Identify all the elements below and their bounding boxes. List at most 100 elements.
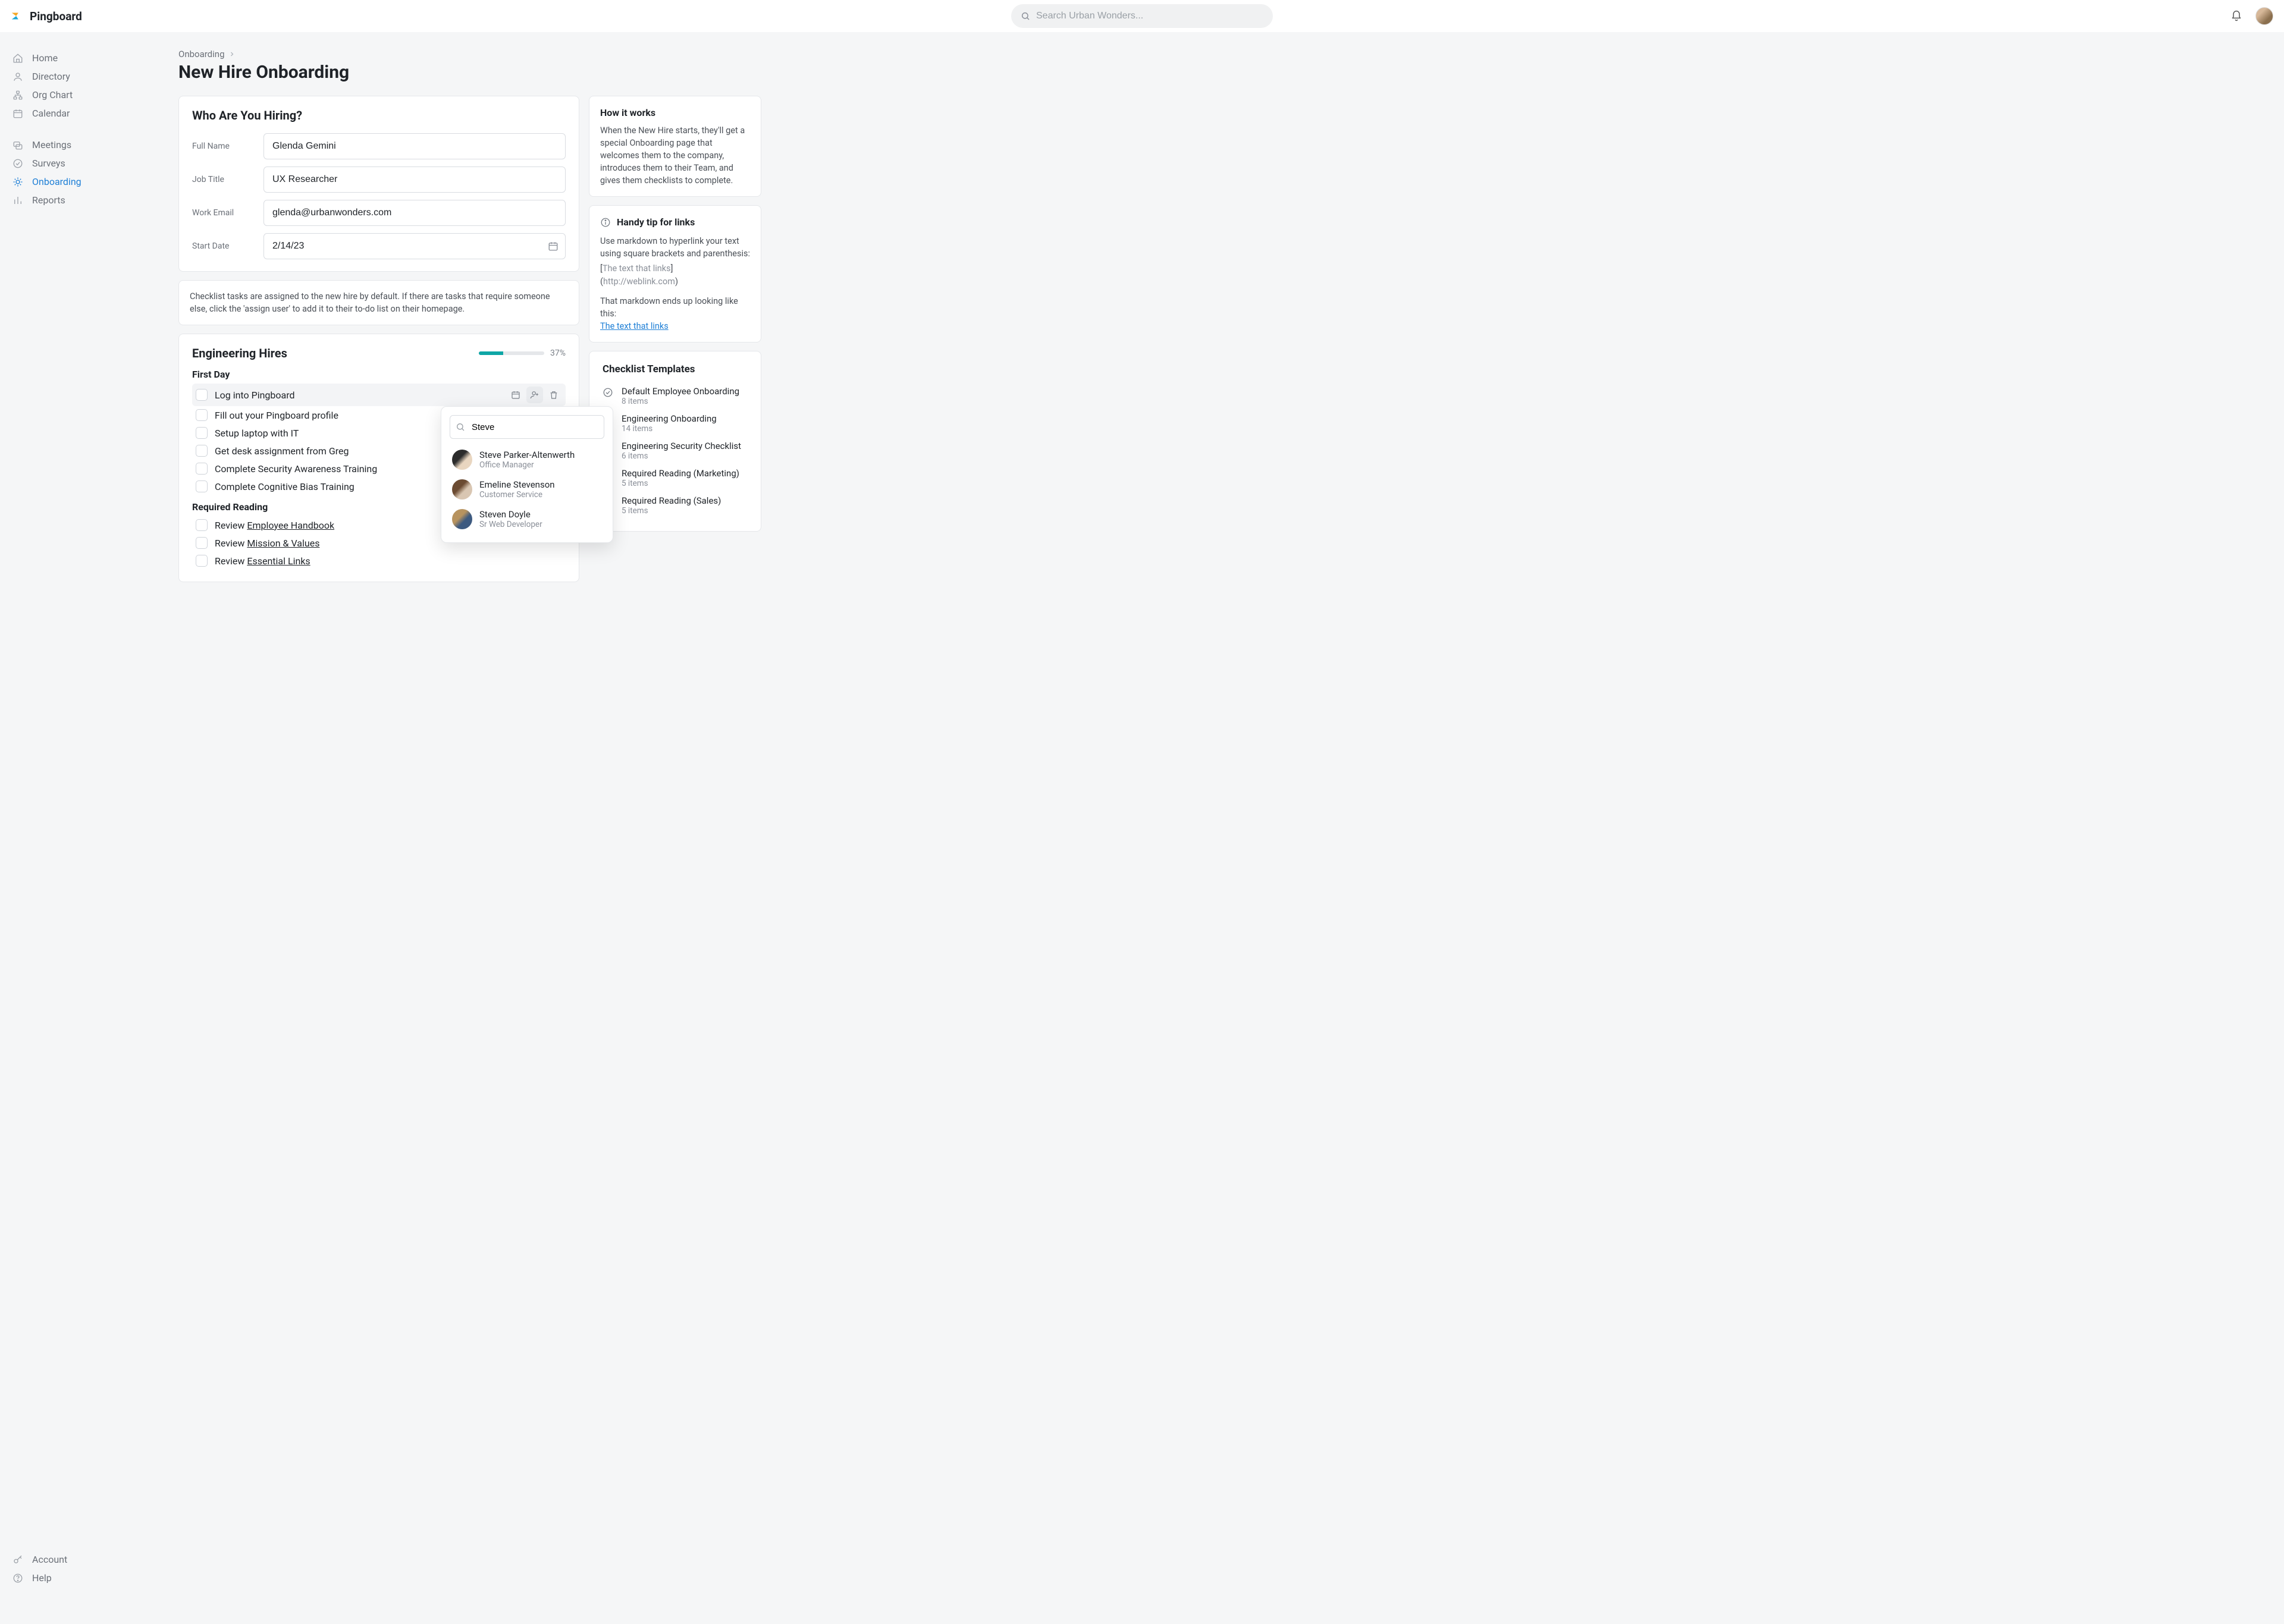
sidebar-item-label: Meetings (32, 139, 71, 150)
page-title: New Hire Onboarding (178, 62, 761, 83)
task-row[interactable]: Log into PingboardSteve Parker-Altenwert… (192, 384, 566, 406)
sidebar-item-surveys[interactable]: Surveys (5, 154, 155, 172)
task-delete-button[interactable] (545, 387, 562, 403)
breadcrumb: Onboarding (178, 49, 761, 59)
assign-note-card: Checklist tasks are assigned to the new … (178, 280, 579, 325)
user-avatar[interactable] (2255, 7, 2273, 25)
task-assign-user-button[interactable] (526, 387, 543, 403)
main-content: Onboarding New Hire Onboarding Who Are Y… (155, 32, 785, 1624)
search-icon (1021, 11, 1030, 21)
task-label: Review Employee Handbook (215, 520, 334, 531)
sidebar-item-label: Calendar (32, 108, 70, 119)
notifications-button[interactable] (2228, 8, 2245, 24)
task-label: Get desk assignment from Greg (215, 445, 349, 457)
calendar-icon (511, 390, 520, 400)
org-chart-icon (12, 90, 24, 100)
trash-icon (549, 390, 559, 400)
help-icon (12, 1573, 24, 1584)
progress-fill (479, 351, 503, 355)
assign-note-text: Checklist tasks are assigned to the new … (190, 291, 550, 314)
template-row[interactable]: Required Reading (Marketing)5 items (603, 464, 748, 492)
sidebar-item-org-chart[interactable]: Org Chart (5, 86, 155, 104)
template-name: Engineering Security Checklist (622, 441, 741, 451)
template-row[interactable]: Engineering Onboarding14 items (603, 410, 748, 437)
hiring-heading: Who Are You Hiring? (192, 108, 566, 122)
task-checkbox[interactable] (196, 409, 208, 421)
checklist-section-label: First Day (192, 369, 566, 380)
assign-user-popover: Steve Parker-AltenwerthOffice ManagerEme… (441, 406, 613, 543)
sidebar-item-label: Onboarding (32, 176, 81, 187)
info-icon (600, 217, 611, 228)
sidebar-item-label: Account (32, 1554, 67, 1565)
work-email-label: Work Email (192, 208, 263, 218)
template-count: 5 items (622, 479, 739, 488)
sidebar-item-onboarding[interactable]: Onboarding (5, 172, 155, 191)
template-row[interactable]: Default Employee Onboarding8 items (603, 382, 748, 410)
task-label: Complete Security Awareness Training (215, 463, 377, 475)
sidebar-item-directory[interactable]: Directory (5, 67, 155, 86)
template-count: 8 items (622, 397, 739, 406)
task-link[interactable]: Mission & Values (247, 538, 319, 549)
task-checkbox[interactable] (196, 537, 208, 549)
task-checkbox[interactable] (196, 389, 208, 401)
work-email-input[interactable] (263, 200, 566, 226)
task-link[interactable]: Employee Handbook (247, 520, 334, 531)
tip-body-2: That markdown ends up looking like this: (600, 295, 750, 320)
brand[interactable]: Pingboard (11, 10, 82, 23)
task-label: Review Mission & Values (215, 538, 319, 549)
assign-person-row[interactable]: Emeline StevensonCustomer Service (450, 475, 604, 504)
task-row[interactable]: Review Essential Links (192, 552, 566, 570)
avatar (452, 509, 472, 529)
hiring-card: Who Are You Hiring? Full Name Job Title … (178, 96, 579, 272)
template-name: Engineering Onboarding (622, 413, 717, 424)
checklist-title: Engineering Hires (192, 346, 287, 360)
templates-title: Checklist Templates (603, 363, 748, 375)
task-checkbox[interactable] (196, 555, 208, 567)
person-title: Office Manager (479, 460, 575, 470)
assign-person-row[interactable]: Steve Parker-AltenwerthOffice Manager (450, 445, 604, 475)
task-checkbox[interactable] (196, 463, 208, 475)
checklist-progress: 37% (479, 348, 566, 358)
home-icon (12, 53, 24, 64)
task-due-date-button[interactable] (507, 387, 524, 403)
template-name: Required Reading (Sales) (622, 495, 721, 506)
task-checkbox[interactable] (196, 445, 208, 457)
template-count: 14 items (622, 424, 717, 434)
job-title-input[interactable] (263, 167, 566, 193)
sidebar-item-help[interactable]: Help (5, 1569, 155, 1587)
sidebar-item-account[interactable]: Account (5, 1550, 155, 1569)
calendar-icon (12, 108, 24, 119)
full-name-input[interactable] (263, 133, 566, 159)
full-name-label: Full Name (192, 142, 263, 151)
task-checkbox[interactable] (196, 480, 208, 492)
brand-name: Pingboard (30, 10, 82, 23)
breadcrumb-parent[interactable]: Onboarding (178, 49, 225, 59)
sidebar-item-calendar[interactable]: Calendar (5, 104, 155, 122)
task-label: Setup laptop with IT (215, 428, 299, 439)
assign-search-input[interactable] (450, 415, 604, 439)
task-checkbox[interactable] (196, 427, 208, 439)
assign-person-row[interactable]: Steven DoyleSr Web Developer (450, 504, 604, 534)
bell-icon (2230, 10, 2242, 22)
template-row[interactable]: Required Reading (Sales)5 items (603, 492, 748, 519)
sidebar-item-reports[interactable]: Reports (5, 191, 155, 209)
search-icon (456, 422, 465, 432)
how-it-works-body: When the New Hire starts, they'll get a … (600, 124, 750, 187)
start-date-label: Start Date (192, 241, 263, 251)
sidebar: Home Directory Org Chart Calendar Meetin… (0, 32, 155, 1624)
onboarding-icon (12, 177, 24, 187)
template-row[interactable]: Engineering Security Checklist6 items (603, 437, 748, 464)
task-link[interactable]: Essential Links (247, 555, 310, 567)
global-search (1011, 4, 1273, 28)
tip-example-link[interactable]: The text that links (600, 321, 669, 331)
templates-card: Checklist Templates Default Employee Onb… (589, 351, 761, 532)
sidebar-item-meetings[interactable]: Meetings (5, 136, 155, 154)
task-checkbox[interactable] (196, 519, 208, 531)
sidebar-item-label: Surveys (32, 158, 65, 169)
progress-percent: 37% (550, 348, 566, 358)
chevron-right-icon (228, 51, 236, 58)
global-search-input[interactable] (1011, 4, 1273, 28)
sidebar-item-home[interactable]: Home (5, 49, 155, 67)
start-date-input[interactable] (263, 233, 566, 259)
calendar-icon[interactable] (548, 241, 559, 252)
